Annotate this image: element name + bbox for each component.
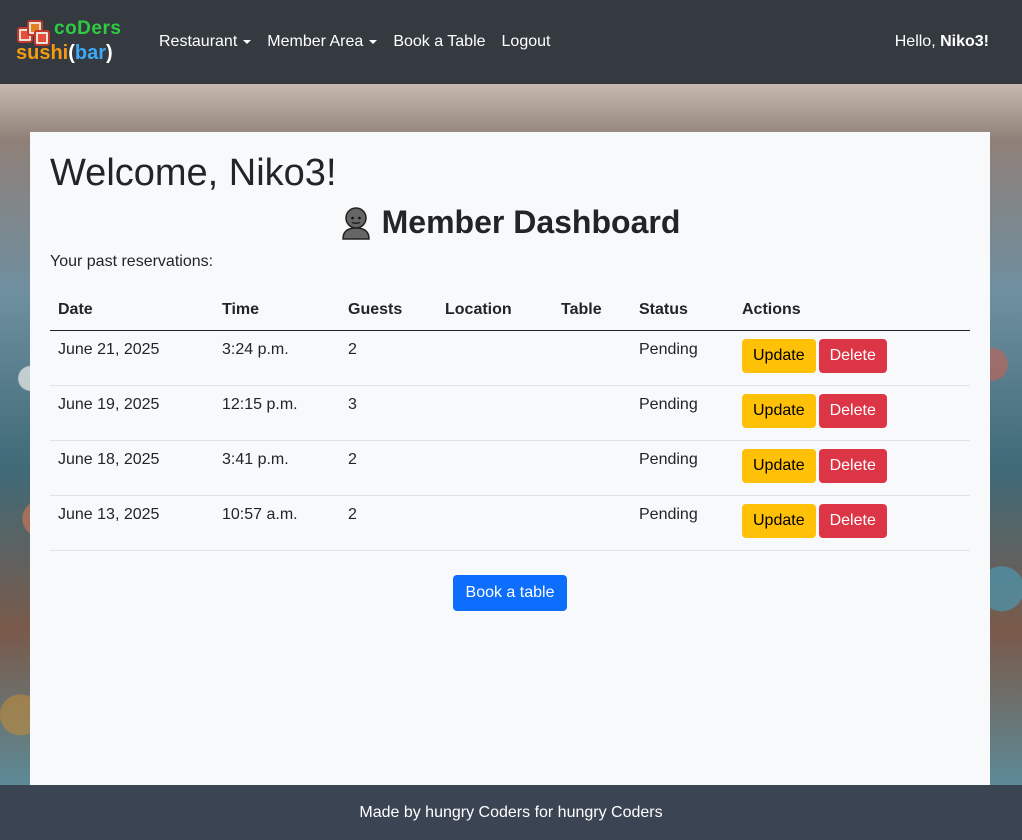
nav-links: Restaurant Member Area Book a Table Logo… (159, 33, 566, 51)
welcome-heading: Welcome, Niko3! (50, 152, 337, 194)
cell-guests: 2 (340, 495, 437, 551)
cell-location (437, 385, 553, 441)
past-reservations-label: Your past reservations: (50, 253, 214, 270)
dashboard-card: Welcome, Niko3! Member Dashboard Your pa… (30, 132, 990, 785)
caret-down-icon (243, 40, 252, 44)
cell-table (553, 440, 631, 496)
header-date: Date (50, 290, 214, 331)
header-status: Status (631, 290, 734, 331)
cell-date: June 18, 2025 (50, 440, 214, 496)
delete-button[interactable]: Delete (818, 448, 887, 483)
delete-button[interactable]: Delete (818, 503, 887, 538)
reservations-table: Date Time Guests Location Table Status A… (50, 290, 970, 551)
cell-date: June 19, 2025 (50, 385, 214, 441)
cell-table (553, 385, 631, 441)
cell-guests: 2 (340, 330, 437, 386)
nav-book-table[interactable]: Book a Table (393, 33, 485, 51)
header-guests: Guests (340, 290, 437, 331)
brand-line2: sushi(bar) (16, 42, 113, 64)
update-button[interactable]: Update (742, 448, 816, 483)
book-table-wrap: Book a table (30, 575, 990, 611)
table-row: June 13, 2025 10:57 a.m. 2 Pending Updat… (50, 495, 970, 551)
cell-actions: Update Delete (734, 330, 970, 386)
cell-date: June 21, 2025 (50, 330, 214, 386)
footer-text: Made by hungry Coders for hungry Coders (359, 804, 663, 821)
update-button[interactable]: Update (742, 393, 816, 428)
nav-member-area-dropdown[interactable]: Member Area (267, 33, 378, 51)
cell-location (437, 440, 553, 496)
cell-location (437, 330, 553, 386)
cell-table (553, 495, 631, 551)
header-location: Location (437, 290, 553, 331)
table-header-row: Date Time Guests Location Table Status A… (50, 290, 970, 331)
header-actions: Actions (734, 290, 970, 331)
cell-guests: 3 (340, 385, 437, 441)
table-row: June 21, 2025 3:24 p.m. 2 Pending Update… (50, 330, 970, 386)
cell-time: 3:41 p.m. (214, 440, 340, 496)
cell-actions: Update Delete (734, 440, 970, 496)
brand-logo[interactable]: coDers sushi(bar) (16, 14, 136, 70)
cell-time: 3:24 p.m. (214, 330, 340, 386)
cell-table (553, 330, 631, 386)
header-time: Time (214, 290, 340, 331)
cell-status: Pending (631, 440, 734, 496)
delete-button[interactable]: Delete (818, 393, 887, 428)
header-table: Table (553, 290, 631, 331)
footer: Made by hungry Coders for hungry Coders (0, 785, 1022, 840)
cell-actions: Update Delete (734, 495, 970, 551)
cell-status: Pending (631, 385, 734, 441)
cell-location (437, 495, 553, 551)
username: Niko3! (940, 33, 989, 50)
cell-date: June 13, 2025 (50, 495, 214, 551)
cell-time: 12:15 p.m. (214, 385, 340, 441)
brand-line1: coDers (54, 18, 122, 39)
cell-status: Pending (631, 330, 734, 386)
cell-guests: 2 (340, 440, 437, 496)
cell-status: Pending (631, 495, 734, 551)
book-table-button[interactable]: Book a table (452, 575, 568, 611)
nav-restaurant-dropdown[interactable]: Restaurant (159, 33, 252, 51)
nav-logout[interactable]: Logout (502, 33, 551, 51)
dashboard-title: Member Dashboard (30, 204, 990, 241)
table-row: June 18, 2025 3:41 p.m. 2 Pending Update… (50, 440, 970, 496)
navbar: coDers sushi(bar) Restaurant Member Area… (0, 0, 1022, 84)
update-button[interactable]: Update (742, 503, 816, 538)
update-button[interactable]: Update (742, 338, 816, 373)
cell-actions: Update Delete (734, 385, 970, 441)
table-row: June 19, 2025 12:15 p.m. 3 Pending Updat… (50, 385, 970, 441)
delete-button[interactable]: Delete (818, 338, 887, 373)
cell-time: 10:57 a.m. (214, 495, 340, 551)
caret-down-icon (369, 40, 378, 44)
user-greeting: Hello, Niko3! (894, 33, 989, 50)
person-icon (341, 206, 370, 240)
